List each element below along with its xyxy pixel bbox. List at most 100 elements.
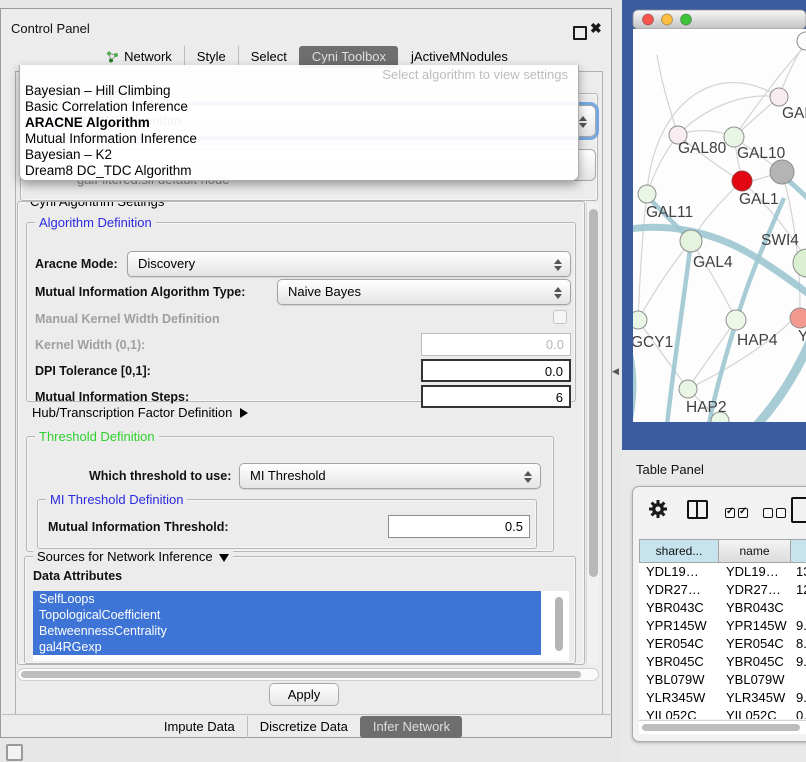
algorithm-option[interactable]: Dream8 DC_TDC Algorithm xyxy=(20,163,578,179)
mi-algorithm-type-value: Naive Bayes xyxy=(288,284,361,299)
splitter-collapse-icon[interactable]: ◀ xyxy=(612,366,619,377)
table-row[interactable]: YLR345WYLR345W9. xyxy=(639,689,806,707)
algorithm-option[interactable]: Bayesian – K2 xyxy=(20,147,578,163)
network-node-label: GAL11 xyxy=(646,204,693,221)
attribute-list-item[interactable]: BetweennessCentrality xyxy=(33,623,541,639)
hub-definition-expander[interactable]: Hub/Transcription Factor Definition xyxy=(32,405,248,420)
tab-label: Impute Data xyxy=(164,719,235,735)
list-scrollbar-thumb[interactable] xyxy=(555,597,563,651)
algorithm-option[interactable]: Bayesian – Hill Climbing xyxy=(20,83,578,99)
dpi-tolerance-label: DPI Tolerance [0,1]: xyxy=(35,364,151,378)
gear-icon[interactable] xyxy=(647,498,669,525)
threshold-definition-group: Threshold Definition Which threshold to … xyxy=(26,436,554,552)
network-node[interactable] xyxy=(732,171,752,191)
minimized-panel-icon[interactable] xyxy=(6,744,23,761)
deselect-all-checkbox-icon[interactable] xyxy=(763,505,789,523)
network-node[interactable] xyxy=(790,308,806,328)
table-row[interactable]: YDR27…YDR27…12 xyxy=(639,581,806,599)
float-window-icon[interactable] xyxy=(573,26,587,40)
apply-button[interactable]: Apply xyxy=(269,683,339,706)
column-header[interactable]: name xyxy=(719,539,791,563)
tab-impute-data[interactable]: Impute Data xyxy=(152,716,247,738)
network-node[interactable] xyxy=(770,160,794,184)
table-cell: YPR145W xyxy=(719,617,791,635)
algorithm-option[interactable]: ARACNE Algorithm xyxy=(20,115,578,131)
tab-infer-network[interactable]: Infer Network xyxy=(360,716,462,738)
table-row[interactable]: YPR145WYPR145W9. xyxy=(639,617,806,635)
attribute-list-item[interactable]: gal4RGexp xyxy=(33,639,541,655)
bottom-tab-bar: Impute Data Discretize Data Infer Network xyxy=(1,715,613,738)
network-window-titlebar[interactable] xyxy=(633,10,806,29)
table-row[interactable]: YDL19…YDL19…13 xyxy=(639,563,806,581)
kernel-width-input[interactable]: 0.0 xyxy=(421,333,571,356)
mi-steps-input[interactable]: 6 xyxy=(421,385,571,408)
table-row[interactable]: YER054CYER054C8. xyxy=(639,635,806,653)
kernel-width-label: Kernel Width (0,1): xyxy=(35,338,145,352)
data-attributes-list[interactable]: SelfLoopsTopologicalCoefficientBetweenne… xyxy=(33,591,569,661)
network-node[interactable] xyxy=(638,185,656,203)
network-node[interactable] xyxy=(680,230,702,252)
tab-label: Infer Network xyxy=(373,719,450,735)
table-row[interactable]: YBR045CYBR045C9. xyxy=(639,653,806,671)
attribute-list-item[interactable]: TopologicalCoefficient xyxy=(33,607,541,623)
table-horizontal-scrollbar[interactable] xyxy=(639,720,806,734)
tab-label: Select xyxy=(251,49,287,65)
sources-group-title[interactable]: Sources for Network Inference xyxy=(33,549,233,564)
table-row[interactable]: YBR043CYBR043C xyxy=(639,599,806,617)
settings-vertical-scrollbar[interactable] xyxy=(586,203,599,665)
scrollbar-thumb[interactable] xyxy=(21,671,581,678)
column-header[interactable]: shared... xyxy=(639,539,719,563)
column-view-icon[interactable] xyxy=(687,500,708,519)
algorithm-option[interactable]: Mutual Information Inference xyxy=(20,131,578,147)
table-row[interactable]: YBL079WYBL079W xyxy=(639,671,806,689)
table-cell: YDR27… xyxy=(719,581,791,599)
mi-algorithm-type-label: Mutual Information Algorithm Type: xyxy=(35,285,245,299)
mi-threshold-input[interactable]: 0.5 xyxy=(388,515,530,538)
algorithm-option[interactable]: Basic Correlation Inference xyxy=(20,99,578,115)
zoom-traffic-light[interactable] xyxy=(681,14,692,25)
screen: Control Panel ✖ NetworkStyleSelectCyni T… xyxy=(0,0,806,762)
close-traffic-light[interactable] xyxy=(643,14,654,25)
manual-kernel-width-checkbox[interactable] xyxy=(553,310,567,324)
table-cell: YIL052C xyxy=(639,707,719,719)
algorithm-definition-title: Algorithm Definition xyxy=(35,215,156,230)
close-icon[interactable]: ✖ xyxy=(590,20,602,37)
attribute-list-item[interactable]: SelfLoops xyxy=(33,591,541,607)
tab-discretize-data[interactable]: Discretize Data xyxy=(247,716,360,738)
table-cell: YDL19… xyxy=(639,563,719,581)
minimize-traffic-light[interactable] xyxy=(662,14,673,25)
network-node-label: GAL4 xyxy=(693,254,733,271)
table-cell: YBL079W xyxy=(719,671,791,689)
table-body: YDL19…YDL19…13YDR27…YDR27…12YBR043CYBR04… xyxy=(639,563,806,719)
network-tab-icon xyxy=(106,51,119,63)
network-node[interactable] xyxy=(679,380,697,398)
table-cell xyxy=(791,599,806,617)
algorithm-definition-group: Algorithm Definition Aracne Mode: Discov… xyxy=(26,222,576,402)
table-cell: YBR043C xyxy=(719,599,791,617)
settings-horizontal-scrollbar[interactable] xyxy=(17,668,599,681)
table-cell: YBR045C xyxy=(639,653,719,671)
tab-label: jActiveMNodules xyxy=(411,49,508,65)
expand-right-icon xyxy=(240,408,248,418)
table-cell: YIL052C xyxy=(719,707,791,719)
scrollbar-thumb[interactable] xyxy=(589,209,598,577)
dpi-tolerance-input[interactable]: 0.0 xyxy=(421,359,571,382)
mi-algorithm-type-select[interactable]: Naive Bayes xyxy=(277,279,571,305)
table-toolbar xyxy=(633,487,806,535)
network-node-label: HAP2 xyxy=(686,399,727,416)
select-all-checkbox-icon[interactable] xyxy=(725,505,751,523)
network-node[interactable] xyxy=(724,127,744,147)
network-node[interactable] xyxy=(726,310,746,330)
column-header[interactable] xyxy=(791,539,806,563)
network-view-svg[interactable]: GALGAL80GAL10GAL1GAL11SWI4GAL4GCY1HAP4YH… xyxy=(622,0,806,450)
table-panel-title: Table Panel xyxy=(636,462,704,477)
scrollbar-thumb[interactable] xyxy=(642,724,800,731)
which-threshold-select[interactable]: MI Threshold xyxy=(239,463,541,489)
network-node-label: SWI4 xyxy=(761,232,799,249)
cyni-algorithm-settings-group: Cyni Algorithm Settings Algorithm Defini… xyxy=(17,201,585,665)
network-node-label: GAL10 xyxy=(737,145,786,162)
network-node[interactable] xyxy=(770,88,788,106)
document-icon[interactable] xyxy=(791,497,806,523)
aracne-mode-select[interactable]: Discovery xyxy=(127,251,571,277)
table-row[interactable]: YIL052CYIL052C0. xyxy=(639,707,806,719)
